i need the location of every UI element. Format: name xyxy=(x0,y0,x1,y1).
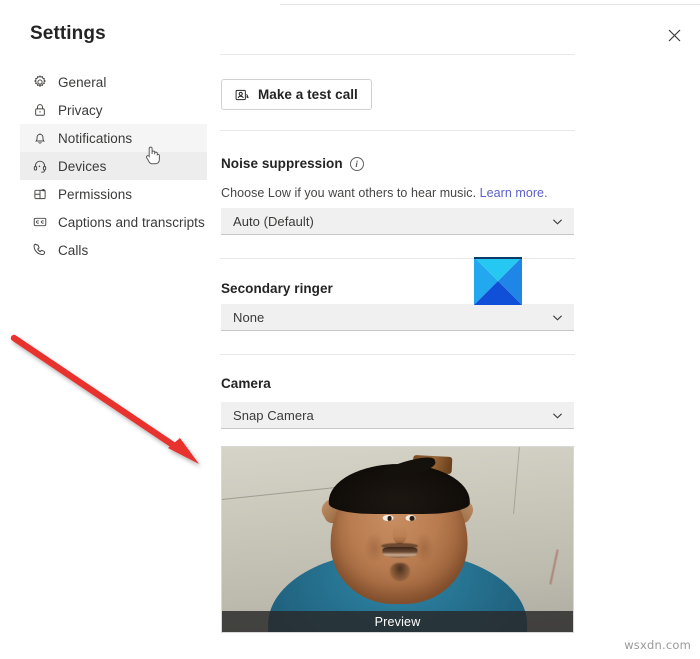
clipped-window-top-strip: ·· ··· ·· ···· ·· ··· ····· ·· ···· ·· ·… xyxy=(280,0,700,5)
chevron-down-icon xyxy=(550,214,564,228)
divider-below-secondary-ringer xyxy=(220,354,575,355)
site-watermark: wsxdn.com xyxy=(624,638,691,652)
noise-suppression-heading-text: Noise suppression xyxy=(221,156,343,171)
camera-preview: Preview xyxy=(221,446,574,633)
phone-icon xyxy=(31,241,49,259)
sidebar-item-label: Captions and transcripts xyxy=(58,214,205,230)
preview-label-bar: Preview xyxy=(222,611,573,632)
smiling-mouth xyxy=(382,547,418,558)
nose xyxy=(393,526,407,544)
close-button[interactable] xyxy=(661,22,687,48)
sidebar-item-label: Privacy xyxy=(58,102,103,118)
sidebar-item-devices[interactable]: Devices xyxy=(20,152,207,180)
sidebar-item-privacy[interactable]: Privacy xyxy=(20,96,207,124)
sidebar-item-label: General xyxy=(58,74,107,90)
snap-camera-logo-icon[interactable] xyxy=(474,257,522,305)
sidebar-item-permissions[interactable]: Permissions xyxy=(20,180,207,208)
noise-suppression-value: Auto (Default) xyxy=(233,213,314,229)
page-title: Settings xyxy=(30,23,106,44)
sidebar-item-captions-and-transcripts[interactable]: Captions and transcripts xyxy=(20,208,207,236)
secondary-ringer-heading: Secondary ringer xyxy=(221,281,333,296)
make-test-call-label: Make a test call xyxy=(258,87,358,102)
sidebar-item-label: Calls xyxy=(58,242,89,258)
chevron-down-icon xyxy=(550,310,564,324)
info-icon[interactable]: i xyxy=(349,156,364,171)
camera-heading: Camera xyxy=(221,376,271,391)
camera-heading-text: Camera xyxy=(221,376,271,391)
secondary-ringer-value: None xyxy=(233,309,265,325)
sidebar-item-label: Devices xyxy=(58,158,107,174)
face-shading-right xyxy=(414,533,434,564)
eye-left xyxy=(382,515,394,522)
face-shading-left xyxy=(365,533,385,564)
chevron-down-icon xyxy=(550,408,564,422)
noise-suppression-description-text: Choose Low if you want others to hear mu… xyxy=(221,186,480,200)
sidebar-item-label: Permissions xyxy=(58,186,133,202)
logo-top-edge xyxy=(474,257,522,259)
permissions-icon xyxy=(31,185,49,203)
preview-label: Preview xyxy=(374,614,421,629)
divider-below-test-call xyxy=(220,130,575,131)
bell-icon xyxy=(31,129,49,147)
test-call-person-icon xyxy=(233,86,250,103)
sidebar-item-notifications[interactable]: Notifications xyxy=(20,124,207,152)
noise-suppression-dropdown[interactable]: Auto (Default) xyxy=(221,208,574,235)
eye-right xyxy=(405,515,416,522)
settings-sidebar: General Privacy Notifications Devices Pe… xyxy=(20,68,207,264)
gear-icon xyxy=(31,73,49,91)
sidebar-item-label: Notifications xyxy=(58,130,133,146)
sidebar-item-calls[interactable]: Calls xyxy=(20,236,207,264)
make-test-call-button[interactable]: Make a test call xyxy=(221,79,372,110)
secondary-ringer-dropdown[interactable]: None xyxy=(221,304,574,331)
logo-triangle-bottom xyxy=(474,281,522,305)
logo-triangle-top xyxy=(474,257,522,281)
secondary-ringer-heading-text: Secondary ringer xyxy=(221,281,333,296)
annotation-arrow xyxy=(10,334,199,464)
lock-icon xyxy=(31,101,49,119)
camera-preview-video-frame xyxy=(222,447,573,632)
pupil-left xyxy=(387,516,392,521)
clipped-top-divider xyxy=(280,4,700,5)
camera-dropdown[interactable]: Snap Camera xyxy=(221,402,574,429)
headset-icon xyxy=(31,157,49,175)
close-icon xyxy=(668,29,680,41)
goatee xyxy=(390,563,410,581)
pupil-right xyxy=(409,516,415,521)
noise-suppression-heading: Noise suppression i xyxy=(221,156,364,171)
noise-suppression-description: Choose Low if you want others to hear mu… xyxy=(221,186,548,200)
closed-caption-icon xyxy=(31,213,49,231)
camera-value: Snap Camera xyxy=(233,407,314,423)
learn-more-link[interactable]: Learn more. xyxy=(480,186,548,200)
divider-above-test-call xyxy=(220,54,575,55)
sidebar-item-general[interactable]: General xyxy=(20,68,207,96)
